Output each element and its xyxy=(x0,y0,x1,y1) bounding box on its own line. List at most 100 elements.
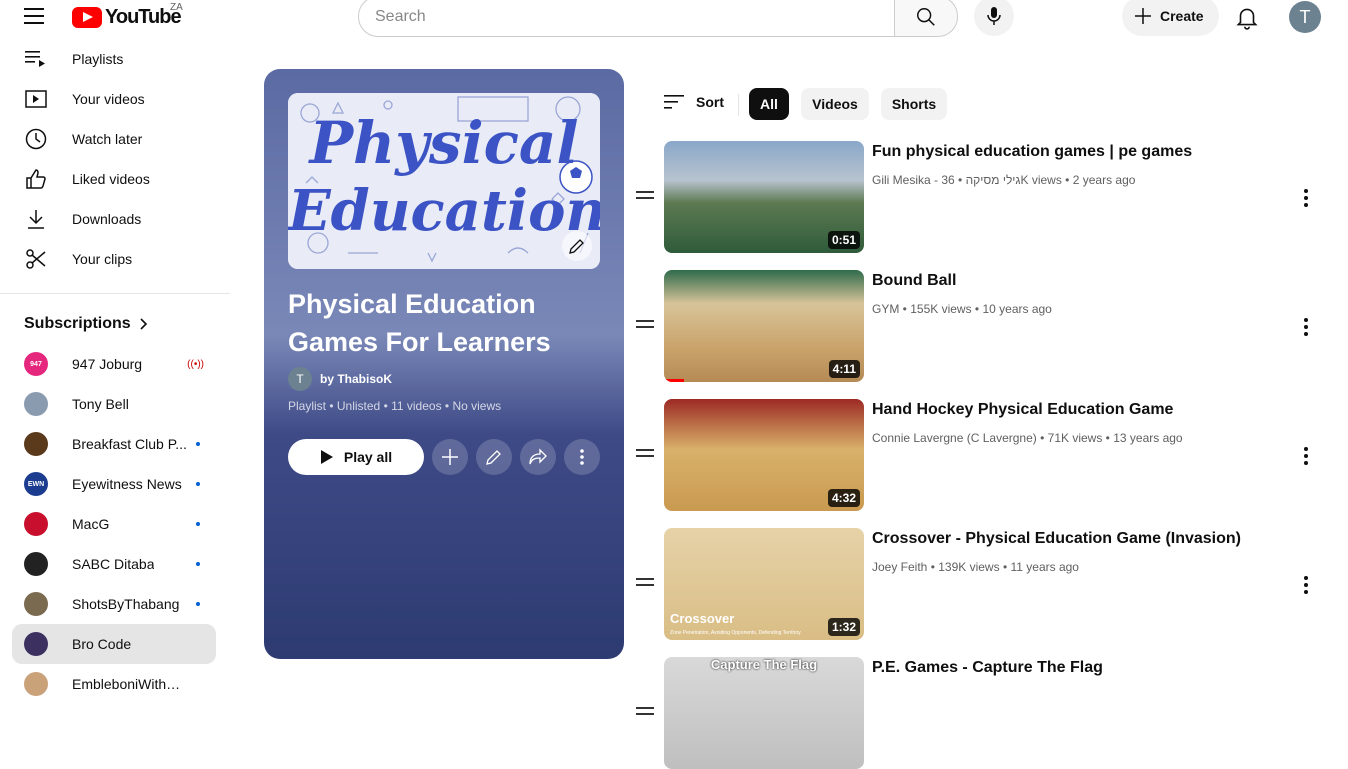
thumbnail-overlay-subtitle: Zone Penetration, Avoiding Opponents, De… xyxy=(670,630,801,636)
more-actions-button[interactable] xyxy=(564,439,600,475)
video-duration: 4:11 xyxy=(828,360,860,378)
playlist-title: Physical Education Games For Learners xyxy=(288,289,551,357)
voice-search-button[interactable] xyxy=(974,0,1014,36)
sidebar-item-your-clips[interactable]: Your clips xyxy=(12,239,216,279)
video-duration: 4:32 xyxy=(827,489,860,507)
drag-handle-icon[interactable] xyxy=(636,449,656,461)
channel-avatar xyxy=(24,552,48,576)
video-title[interactable]: Crossover - Physical Education Game (Inv… xyxy=(872,530,1241,548)
playlist-video-item[interactable]: Crossover Zone Penetration, Avoiding Oppo… xyxy=(636,528,1326,640)
channel-name[interactable]: Joey Feith xyxy=(872,560,927,574)
video-title[interactable]: Fun physical education games | pe games xyxy=(872,143,1192,161)
meta-separator: • xyxy=(1102,431,1114,445)
playlist-video-item[interactable]: 4:11 Bound Ball GYM • 155K views • 10 year… xyxy=(636,270,1326,382)
video-thumbnail[interactable]: 4:32 xyxy=(664,399,864,511)
search-button[interactable] xyxy=(894,0,958,37)
playlist-video-item[interactable]: 4:32 Hand Hockey Physical Education Game C… xyxy=(636,399,1326,511)
add-videos-button[interactable] xyxy=(432,439,468,475)
clock-icon xyxy=(24,127,48,151)
subscription-item[interactable]: Bro Code xyxy=(12,624,216,664)
video-title[interactable]: Hand Hockey Physical Education Game xyxy=(872,401,1173,419)
channel-avatar xyxy=(24,432,48,456)
sidebar-item-playlists[interactable]: Playlists xyxy=(12,39,216,79)
subscription-item[interactable]: ShotsByThabang xyxy=(12,584,216,624)
sidebar-item-liked-videos[interactable]: Liked videos xyxy=(12,159,216,199)
video-thumbnail[interactable]: Capture The Flag xyxy=(664,657,864,769)
sidebar-item-label: Your clips xyxy=(72,251,133,267)
view-count: 71K views xyxy=(1047,431,1103,445)
subscription-name: Tony Bell xyxy=(72,396,129,412)
video-thumbnail[interactable]: 0:51 xyxy=(664,141,864,253)
subscriptions-header[interactable]: Subscriptions xyxy=(24,315,149,333)
playlist-meta: Playlist • Unlisted • 11 videos • No vie… xyxy=(288,399,502,413)
drag-handle-icon[interactable] xyxy=(636,707,656,719)
subscription-item[interactable]: Breakfast Club P... xyxy=(12,424,216,464)
more-vertical-icon[interactable] xyxy=(1304,576,1308,597)
meta-separator: • xyxy=(971,302,983,316)
playlist-video-item[interactable]: Capture The Flag P.E. Games - Capture The… xyxy=(636,657,1326,769)
new-content-dot xyxy=(196,522,200,526)
subscription-name: Eyewitness News xyxy=(72,476,182,492)
create-button[interactable]: Create xyxy=(1122,0,1219,36)
thumbnail-overlay-title: Capture The Flag xyxy=(710,657,818,672)
meta-separator: • xyxy=(899,302,911,316)
chip-shorts[interactable]: Shorts xyxy=(881,88,947,120)
video-title[interactable]: Bound Ball xyxy=(872,272,956,290)
edit-playlist-button[interactable] xyxy=(476,439,512,475)
country-code: ZA xyxy=(170,2,183,13)
subscription-name: EmbleboniWithOph xyxy=(72,676,187,692)
share-button[interactable] xyxy=(520,439,556,475)
upload-age: 11 years ago xyxy=(1010,560,1079,574)
edit-thumbnail-button[interactable] xyxy=(562,231,592,261)
search-icon xyxy=(917,7,935,26)
more-vertical-icon[interactable] xyxy=(1304,189,1308,210)
more-vertical-icon xyxy=(580,449,584,465)
chip-all[interactable]: All xyxy=(749,88,789,120)
subscription-item[interactable]: SABC Ditaba xyxy=(12,544,216,584)
menu-icon[interactable] xyxy=(24,6,48,26)
subscription-item[interactable]: Tony Bell xyxy=(12,384,216,424)
video-thumbnail[interactable]: Crossover Zone Penetration, Avoiding Oppo… xyxy=(664,528,864,640)
more-vertical-icon[interactable] xyxy=(1304,447,1308,468)
share-icon xyxy=(529,448,547,465)
filter-separator xyxy=(738,94,739,116)
scissors-icon xyxy=(24,247,48,271)
play-all-label: Play all xyxy=(343,449,393,465)
channel-avatar: EWN xyxy=(24,472,48,496)
drag-handle-icon[interactable] xyxy=(636,191,656,203)
channel-avatar xyxy=(24,392,48,416)
sidebar-item-watch-later[interactable]: Watch later xyxy=(12,119,216,159)
view-count: 139K views xyxy=(938,560,1000,574)
playlist-owner[interactable]: T by ThabisoK xyxy=(288,367,392,391)
watch-progress-bar xyxy=(664,379,684,382)
drag-handle-icon[interactable] xyxy=(636,578,656,590)
video-thumbnail[interactable]: 4:11 xyxy=(664,270,864,382)
subscription-item[interactable]: MacG xyxy=(12,504,216,544)
playlist-thumbnail[interactable]: Physical Education xyxy=(288,93,600,269)
meta-separator: • xyxy=(999,560,1011,574)
sidebar-item-downloads[interactable]: Downloads xyxy=(12,199,216,239)
video-title[interactable]: P.E. Games - Capture The Flag xyxy=(872,659,1103,677)
search-input[interactable]: Search xyxy=(358,0,895,37)
chip-videos[interactable]: Videos xyxy=(801,88,869,120)
subscription-item[interactable]: EmbleboniWithOph xyxy=(12,664,216,704)
play-all-button[interactable]: Play all xyxy=(288,439,424,475)
drag-handle-icon[interactable] xyxy=(636,320,656,332)
playlists-icon xyxy=(24,47,48,71)
sort-button[interactable]: Sort xyxy=(664,94,724,110)
pencil-icon xyxy=(486,450,501,465)
youtube-logo[interactable]: YouTube xyxy=(72,6,182,28)
channel-name[interactable]: Connie Lavergne (C Lavergne) xyxy=(872,431,1037,445)
channel-name[interactable]: GYM xyxy=(872,302,899,316)
video-meta: Joey Feith • 139K views • 11 years ago xyxy=(872,560,1079,574)
subscription-item[interactable]: EWN Eyewitness News xyxy=(12,464,216,504)
notifications-bell-icon[interactable] xyxy=(1234,4,1260,30)
subscription-item[interactable]: 947 947 Joburg ((•)) xyxy=(12,344,216,384)
more-vertical-icon[interactable] xyxy=(1304,318,1308,339)
playlist-video-item[interactable]: 0:51 Fun physical education games | pe ga… xyxy=(636,141,1326,253)
chevron-right-icon xyxy=(140,318,147,330)
subscriptions-title: Subscriptions xyxy=(24,315,131,332)
thumbs-up-icon xyxy=(24,167,48,191)
sidebar-item-your-videos[interactable]: Your videos xyxy=(12,79,216,119)
account-avatar[interactable]: T xyxy=(1289,1,1321,33)
